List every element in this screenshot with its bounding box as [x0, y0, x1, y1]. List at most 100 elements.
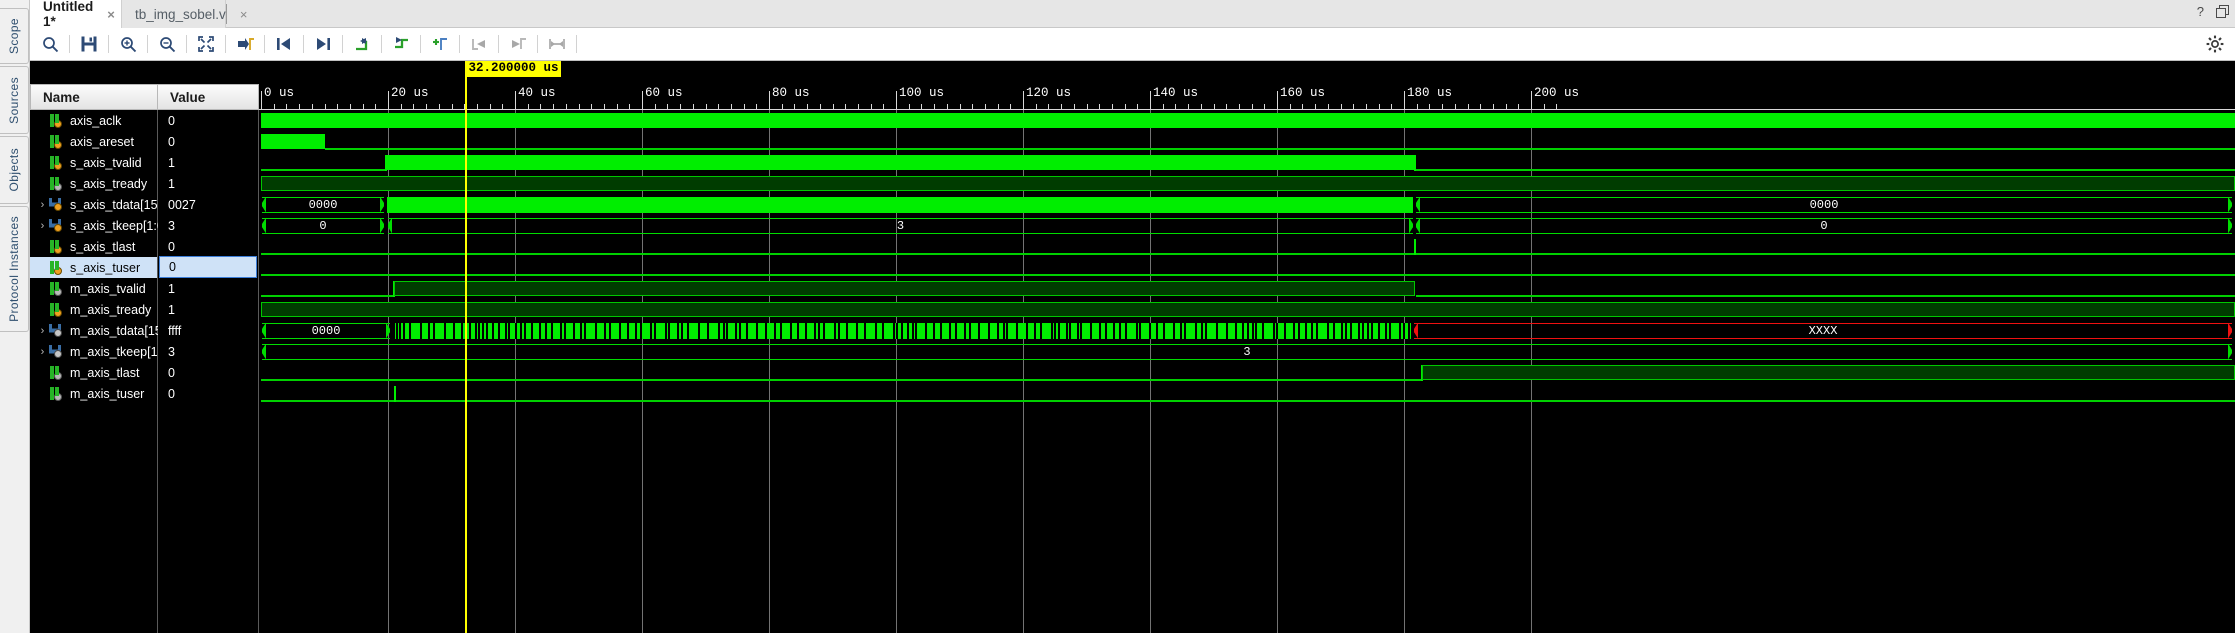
- signal-name-row[interactable]: › m_axis_tlast: [30, 362, 157, 383]
- wave-row-s-axis-tready[interactable]: [259, 173, 2235, 194]
- wave-row-axis-areset[interactable]: [259, 131, 2235, 152]
- gear-icon: [2206, 35, 2224, 53]
- transition-mark: [746, 323, 748, 339]
- wave-row-s-axis-tkeep[interactable]: 0 3 0: [259, 215, 2235, 236]
- signal-name-row[interactable]: › m_axis_tvalid: [30, 278, 157, 299]
- signal-value-selected[interactable]: 0: [159, 256, 257, 278]
- dock-tab-scope[interactable]: Scope: [0, 8, 29, 64]
- wave-row-m-axis-tuser[interactable]: [259, 383, 2235, 404]
- search-button[interactable]: [36, 31, 64, 57]
- wave-row-axis-aclk[interactable]: [259, 110, 2235, 131]
- wave-row-s-axis-tuser[interactable]: [259, 257, 2235, 278]
- transition-mark: [420, 323, 422, 339]
- zoom-out-button[interactable]: [153, 31, 181, 57]
- next-divider-button[interactable]: [504, 31, 532, 57]
- transition-mark: [1362, 323, 1364, 339]
- cursor-time-flag[interactable]: 32.200000 us: [465, 61, 562, 77]
- go-to-cursor-button[interactable]: [231, 31, 259, 57]
- transition-mark: [1195, 323, 1197, 339]
- wave-row-m-axis-tlast[interactable]: [259, 362, 2235, 383]
- dock-tab-sources[interactable]: Sources: [0, 66, 29, 134]
- signal-name-row[interactable]: › m_axis_tuser: [30, 383, 157, 404]
- next-transition-icon: [317, 38, 330, 50]
- toolbar-separator: [537, 35, 538, 53]
- wave-row-m-axis-tvalid[interactable]: [259, 278, 2235, 299]
- save-button[interactable]: [75, 31, 103, 57]
- expand-chevron-icon[interactable]: ›: [36, 325, 49, 337]
- transition-mark: [498, 323, 500, 339]
- toolbar-separator: [342, 35, 343, 53]
- tab-tb-img-sobel-label: tb_img_sobel.v: [135, 6, 226, 22]
- signal-name-row[interactable]: › s_axis_tlast: [30, 236, 157, 257]
- transition-mark: [896, 323, 898, 339]
- signal-name-pane[interactable]: › axis_aclk › axis_areset › s_axis_tvali…: [30, 110, 176, 633]
- column-header-value[interactable]: Value: [158, 84, 259, 110]
- save-icon: [81, 36, 97, 52]
- signal-value: 1: [158, 278, 258, 299]
- toolbar-separator: [108, 35, 109, 53]
- previous-transition-button[interactable]: [270, 31, 298, 57]
- wave-row-s-axis-tdata[interactable]: 0000 0000: [259, 194, 2235, 215]
- dock-tab-protocol-instances[interactable]: Protocol Instances: [0, 206, 29, 332]
- help-icon[interactable]: ?: [2197, 4, 2204, 19]
- column-header-name[interactable]: Name: [30, 84, 158, 110]
- waveform-pane[interactable]: 32.200000 us 0 us 20 us 40 us 60 us 80 u…: [259, 61, 2235, 633]
- previous-divider-button[interactable]: [465, 31, 493, 57]
- time-ruler[interactable]: 0 us 20 us 40 us 60 us 80 us 100 us 120 …: [259, 84, 2235, 110]
- signal-value-label: 0: [168, 365, 175, 380]
- tab-untitled-1-close-icon[interactable]: ×: [107, 7, 115, 22]
- toolbar-separator: [264, 35, 265, 53]
- add-marker-button[interactable]: [426, 31, 454, 57]
- tab-untitled-1[interactable]: Untitled 1* ×: [30, 0, 122, 29]
- wave-settings-button[interactable]: [2205, 34, 2225, 54]
- signal-name-row[interactable]: › m_axis_tkeep[1:0]: [30, 341, 172, 362]
- zoom-in-button[interactable]: [114, 31, 142, 57]
- transition-mark: [627, 323, 629, 339]
- next-marker-button[interactable]: [387, 31, 415, 57]
- expand-chevron-icon[interactable]: ›: [36, 220, 49, 232]
- signal-name-row-selected[interactable]: › s_axis_tuser: [30, 257, 157, 278]
- previous-marker-button[interactable]: [348, 31, 376, 57]
- signal-name-row[interactable]: › axis_areset: [30, 131, 157, 152]
- wave-row-m-axis-tready[interactable]: [259, 299, 2235, 320]
- signal-name-row[interactable]: › s_axis_tkeep[1:0]: [30, 215, 168, 236]
- signal-name-row[interactable]: › m_axis_tready: [30, 299, 157, 320]
- wave-segment-low: [261, 295, 393, 297]
- transition-mark: [882, 323, 884, 339]
- signal-name-row[interactable]: › axis_aclk: [30, 110, 157, 131]
- wave-row-s-axis-tlast[interactable]: [259, 236, 2235, 257]
- toolbar-separator: [303, 35, 304, 53]
- bus-segment-undefined: XXXX: [1414, 323, 2232, 339]
- transition-mark: [1119, 323, 1121, 339]
- signal-name-row[interactable]: › m_axis_tdata[15:0]: [30, 320, 176, 341]
- dock-tab-objects[interactable]: Objects: [0, 136, 29, 204]
- transition-mark: [805, 323, 807, 339]
- zoom-fit-button[interactable]: [192, 31, 220, 57]
- restore-icon[interactable]: [2216, 5, 2229, 18]
- transition-mark: [739, 323, 741, 339]
- signal-name-row[interactable]: › s_axis_tdata[15:0]: [30, 194, 172, 215]
- signal-name-row[interactable]: › s_axis_tready: [30, 173, 157, 194]
- cursor-line[interactable]: [465, 77, 468, 633]
- expand-chevron-icon[interactable]: ›: [36, 346, 49, 358]
- signal-value-pane[interactable]: 0 0 1 1 0027 3 0 0 1 1 ffff 3 0 0: [158, 110, 259, 633]
- toolbar-separator: [225, 35, 226, 53]
- tab-tb-img-sobel-close-icon[interactable]: ×: [240, 7, 248, 22]
- transition-mark: [433, 323, 435, 339]
- measure-time-button[interactable]: [543, 31, 571, 57]
- ruler-label: 200 us: [1534, 86, 1580, 100]
- transition-mark: [1173, 323, 1175, 339]
- tab-tb-img-sobel[interactable]: tb_img_sobel.v ×: [122, 0, 247, 28]
- wave-row-m-axis-tkeep[interactable]: 3: [259, 341, 2235, 362]
- transition-mark: [1389, 323, 1391, 339]
- next-transition-button[interactable]: [309, 31, 337, 57]
- expand-chevron-icon[interactable]: ›: [36, 199, 49, 211]
- previous-transition-icon: [277, 38, 290, 50]
- wave-row-s-axis-tvalid[interactable]: [259, 152, 2235, 173]
- transition-mark: [818, 323, 820, 339]
- ruler-label: 20 us: [391, 86, 429, 100]
- wave-segment-high: [394, 281, 1415, 296]
- wave-row-m-axis-tdata[interactable]: 0000 XXXX: [259, 320, 2235, 341]
- transition-mark: [1156, 323, 1158, 339]
- signal-name-row[interactable]: › s_axis_tvalid: [30, 152, 157, 173]
